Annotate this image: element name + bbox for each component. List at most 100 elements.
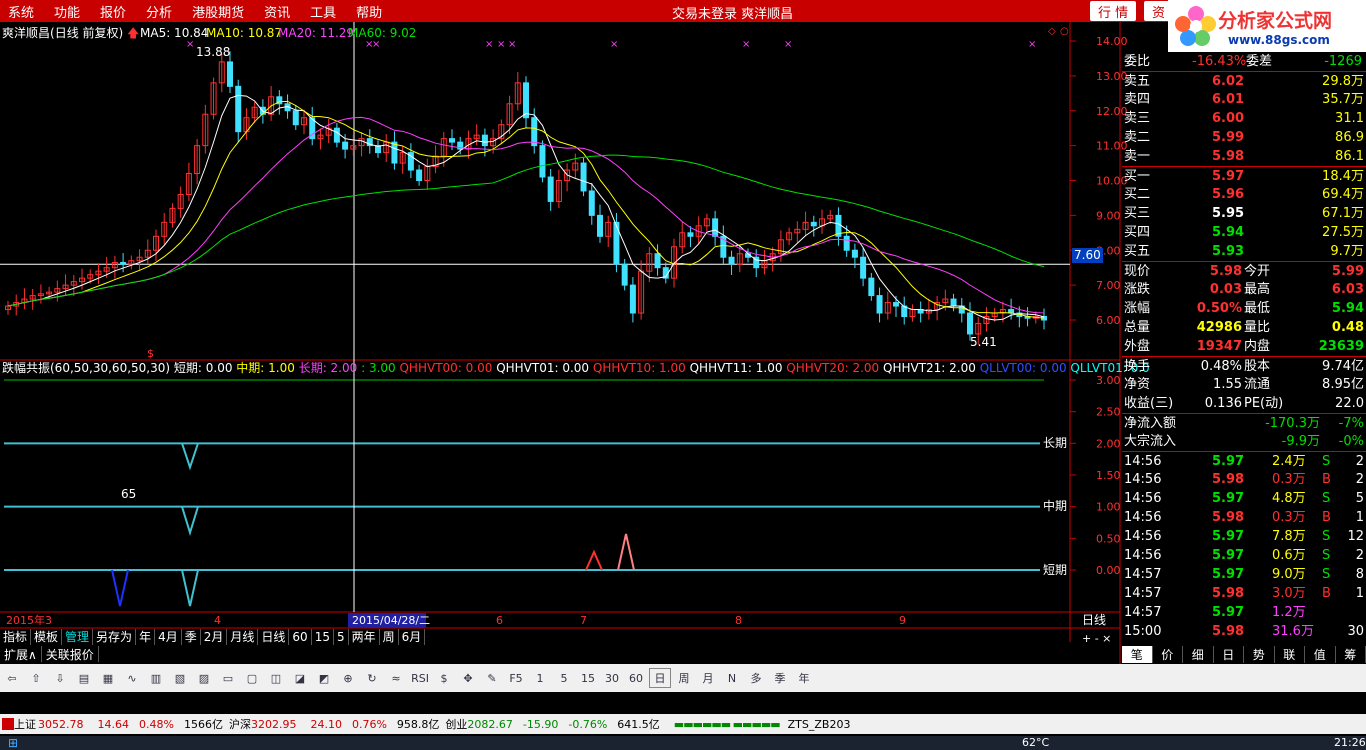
menu-function[interactable]: 功能 [54, 2, 80, 21]
quote-tab[interactable]: 笔 [1122, 646, 1153, 663]
buy-row[interactable]: 买五 5.93 9.7万 [1122, 242, 1366, 261]
stat-row[interactable]: 总量 42986 量比 0.48 [1122, 318, 1366, 337]
toolbar-button[interactable]: 15 [577, 668, 599, 688]
buy-row[interactable]: 买四 5.94 27.5万 [1122, 223, 1366, 242]
period-tab[interactable]: 年 [136, 629, 156, 645]
period-tab[interactable]: 月线 [227, 629, 259, 645]
expand-tab[interactable]: 扩展∧ [0, 646, 42, 662]
toolbar-icon[interactable]: ▨ [193, 668, 215, 688]
toolbar-icon[interactable]: ◪ [289, 668, 311, 688]
toolbar-button[interactable]: 1 [529, 668, 551, 688]
buy-row[interactable]: 买一 5.97 18.4万 [1122, 166, 1366, 185]
toolbar-icon[interactable]: ▥ [145, 668, 167, 688]
menu-analysis[interactable]: 分析 [146, 2, 172, 21]
period-tab[interactable]: 另存为 [93, 629, 137, 645]
menu-futures[interactable]: 港股期货 [192, 2, 244, 21]
period-tab[interactable]: 60 [289, 629, 312, 645]
period-tab[interactable]: 模板 [31, 629, 63, 645]
menu-news[interactable]: 资讯 [264, 2, 290, 21]
toolbar-icon[interactable]: ▦ [97, 668, 119, 688]
toolbar-icon[interactable]: ⇦ [1, 668, 23, 688]
toolbar-button[interactable]: 年 [793, 668, 815, 688]
period-tab[interactable]: 4月 [155, 629, 182, 645]
toolbar-button[interactable]: N [721, 668, 743, 688]
quote-button[interactable]: 行 情 [1090, 1, 1137, 21]
toolbar-button[interactable]: 30 [601, 668, 623, 688]
windows-start-icon[interactable]: ⊞ [8, 736, 18, 750]
toolbar-icon[interactable]: ◫ [265, 668, 287, 688]
toolbar-icon[interactable]: ⊕ [337, 668, 359, 688]
tick-row[interactable]: 14:57 5.97 9.0万 S 8 [1122, 565, 1366, 584]
toolbar-icon[interactable]: $ [433, 668, 455, 688]
period-tab[interactable]: 管理 [62, 629, 94, 645]
flow-row[interactable]: 净流入额 -170.3万 -7% [1122, 413, 1366, 432]
period-tab[interactable]: 季 [182, 629, 201, 645]
toolbar-icon[interactable]: ↻ [361, 668, 383, 688]
tick-row[interactable]: 14:56 5.98 0.3万 B 2 [1122, 470, 1366, 489]
sell-row[interactable]: 卖二 5.99 86.9 [1122, 128, 1366, 147]
toolbar-button[interactable]: F5 [505, 668, 527, 688]
buy-row[interactable]: 买二 5.96 69.4万 [1122, 185, 1366, 204]
period-tab[interactable]: 15 [312, 629, 334, 645]
toolbar-icon[interactable]: ◩ [313, 668, 335, 688]
toolbar-button[interactable]: 周 [673, 668, 695, 688]
period-tab[interactable]: 日线 [258, 629, 290, 645]
toolbar-icon[interactable]: ∿ [121, 668, 143, 688]
toolbar-button[interactable]: 月 [697, 668, 719, 688]
toolbar-icon[interactable]: ⇧ [25, 668, 47, 688]
toolbar-icon[interactable]: ✥ [457, 668, 479, 688]
sell-row[interactable]: 卖三 6.00 31.1 [1122, 109, 1366, 128]
period-tab[interactable]: 指标 [0, 629, 32, 645]
period-tab[interactable]: 2月 [201, 629, 228, 645]
buy-row[interactable]: 买三 5.95 67.1万 [1122, 204, 1366, 223]
toolbar-button[interactable]: 季 [769, 668, 791, 688]
toolbar-button[interactable]: 日 [649, 668, 671, 688]
info-row[interactable]: 换手 0.48% 股本 9.74亿 [1122, 356, 1366, 375]
stat-row[interactable]: 涨跌 0.03 最高 6.03 [1122, 280, 1366, 299]
period-tab[interactable]: 6月 [399, 629, 426, 645]
period-tab[interactable]: 5 [334, 629, 349, 645]
sell-row[interactable]: 卖四 6.01 35.7万 [1122, 90, 1366, 109]
toolbar-icon[interactable]: ▢ [241, 668, 263, 688]
toolbar-icon[interactable]: ▤ [73, 668, 95, 688]
tick-row[interactable]: 14:56 5.97 7.8万 S 12 [1122, 527, 1366, 546]
toolbar-button[interactable]: 多 [745, 668, 767, 688]
quote-tab[interactable]: 细 [1183, 646, 1214, 663]
order-ratio-row[interactable]: 委比 -16.43% 委差 -1269 [1122, 52, 1366, 71]
tick-row[interactable]: 15:00 5.98 31.6万 30 [1122, 622, 1366, 641]
stat-row[interactable]: 涨幅 0.50% 最低 5.94 [1122, 299, 1366, 318]
toolbar-icon[interactable]: RSI [409, 668, 431, 688]
tick-row[interactable]: 14:56 5.97 0.6万 S 2 [1122, 546, 1366, 565]
quote-tab[interactable]: 值 [1305, 646, 1336, 663]
info-row[interactable]: 收益(三) 0.136 PE(动) 22.0 [1122, 394, 1366, 413]
quote-tab[interactable]: 日 [1214, 646, 1244, 663]
tick-row[interactable]: 14:57 5.97 1.2万 [1122, 603, 1366, 622]
stat-row[interactable]: 外盘 19347 内盘 23639 [1122, 337, 1366, 356]
sell-row[interactable]: 卖五 6.02 29.8万 [1122, 71, 1366, 90]
menu-quote[interactable]: 报价 [100, 2, 126, 21]
toolbar-icon[interactable]: ≈ [385, 668, 407, 688]
tick-row[interactable]: 14:56 5.97 4.8万 S 5 [1122, 489, 1366, 508]
period-tab[interactable]: 两年 [349, 629, 380, 645]
toolbar-icon[interactable]: ▭ [217, 668, 239, 688]
tick-row[interactable]: 14:56 5.97 2.4万 S 2 [1122, 451, 1366, 470]
toolbar-button[interactable]: 60 [625, 668, 647, 688]
menu-system[interactable]: 系统 [8, 2, 34, 21]
toolbar-icon[interactable]: ⇩ [49, 668, 71, 688]
menu-help[interactable]: 帮助 [356, 2, 382, 21]
toolbar-icon[interactable]: ▧ [169, 668, 191, 688]
menu-tools[interactable]: 工具 [310, 2, 336, 21]
quote-tab[interactable]: 势 [1244, 646, 1275, 663]
quote-tab[interactable]: 价 [1153, 646, 1183, 663]
tick-row[interactable]: 14:57 5.98 3.0万 B 1 [1122, 584, 1366, 603]
quote-tab[interactable]: 联 [1275, 646, 1305, 663]
toolbar-icon[interactable]: ✎ [481, 668, 503, 688]
stat-row[interactable]: 现价 5.98 今开 5.99 [1122, 261, 1366, 280]
tick-row[interactable]: 14:56 5.98 0.3万 B 1 [1122, 508, 1366, 527]
sell-row[interactable]: 卖一 5.98 86.1 [1122, 147, 1366, 166]
quote-tab[interactable]: 筹 [1336, 646, 1366, 663]
toolbar-button[interactable]: 5 [553, 668, 575, 688]
info-row[interactable]: 净资 1.55 流通 8.95亿 [1122, 375, 1366, 394]
related-quote-tab[interactable]: 关联报价 [42, 646, 99, 662]
flow-row[interactable]: 大宗流入 -9.9万 -0% [1122, 432, 1366, 451]
